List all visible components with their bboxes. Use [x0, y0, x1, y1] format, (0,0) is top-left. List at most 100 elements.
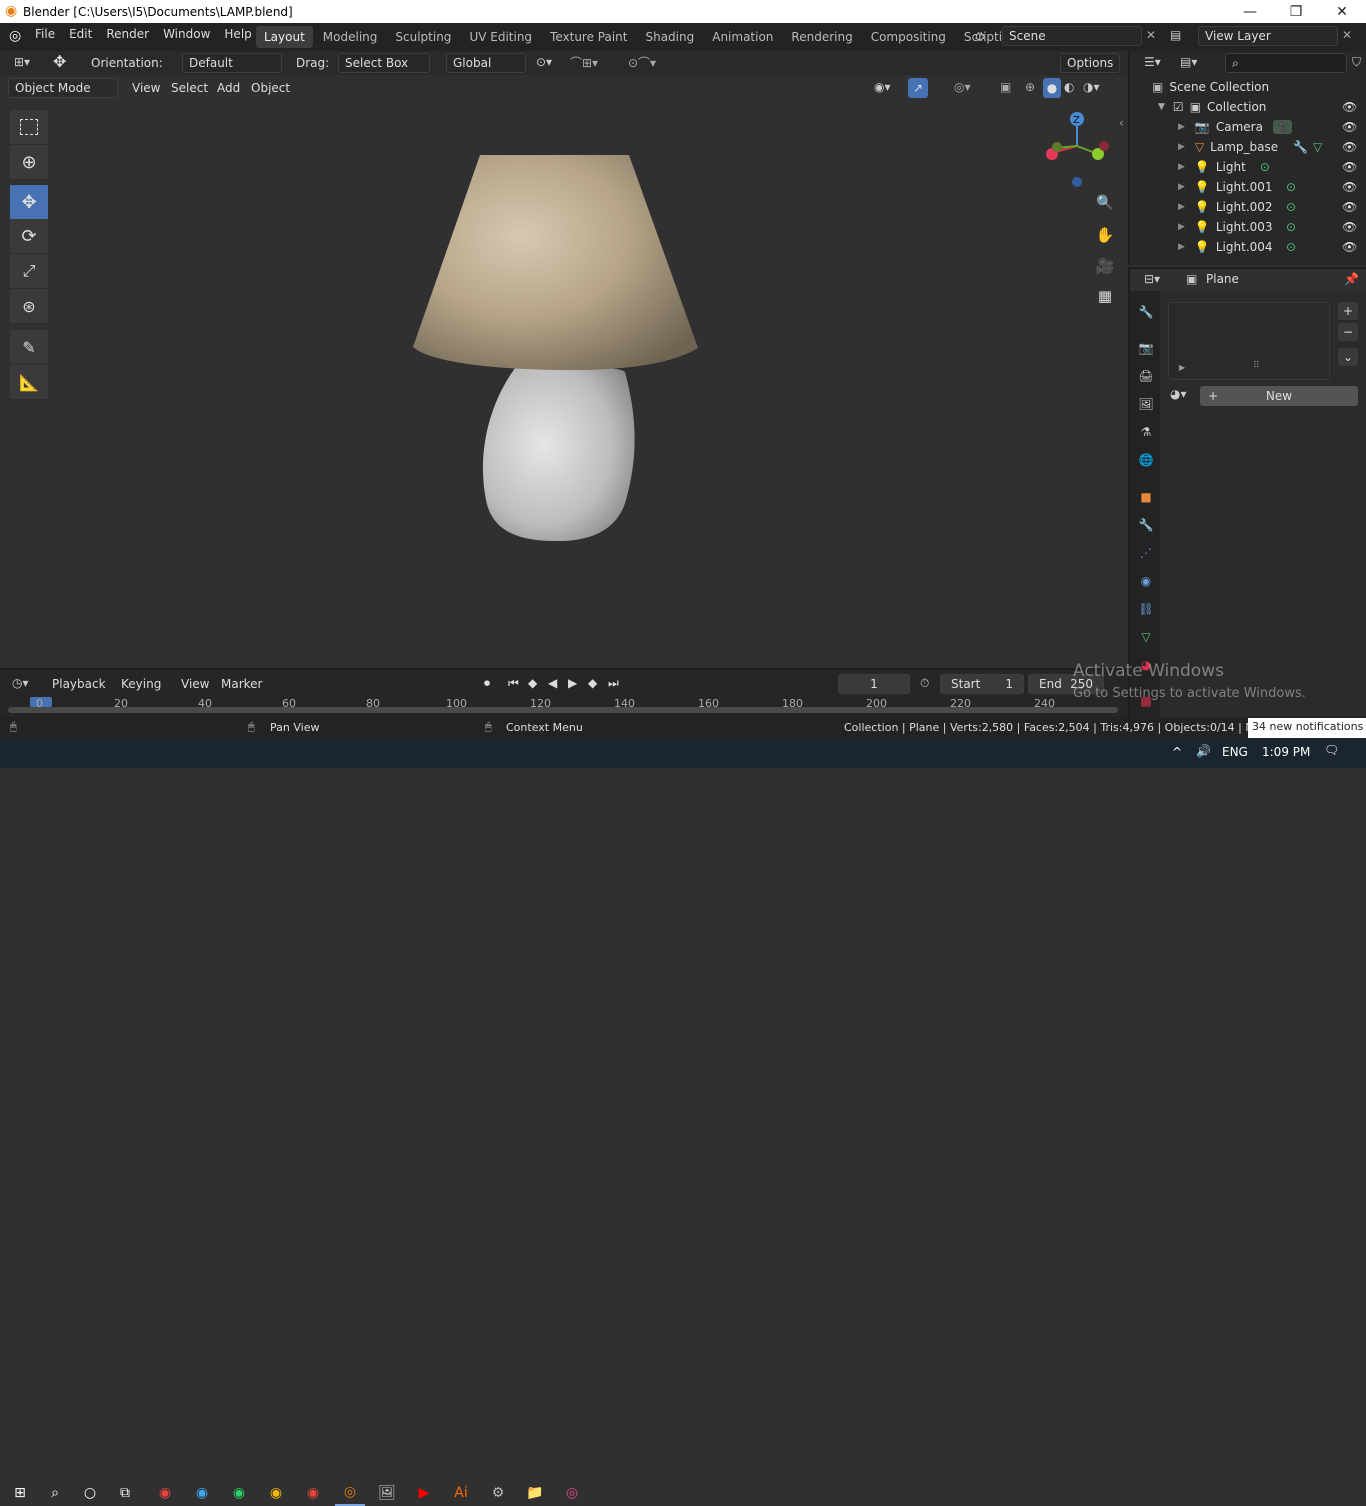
language-indicator[interactable]: ENG [1222, 745, 1248, 759]
overlay-icon[interactable]: ◎▾ [954, 80, 971, 94]
transform-tool[interactable]: ⊛ [10, 289, 48, 323]
display-mode-icon[interactable]: ▤▾ [1180, 55, 1197, 69]
tab-compositing[interactable]: Compositing [863, 26, 954, 48]
rendered-shading-icon[interactable]: ◑▾ [1083, 80, 1100, 94]
proportional-edit-icon[interactable]: ⊙⌒▾ [628, 54, 656, 71]
tab-modeling[interactable]: Modeling [315, 26, 386, 48]
wrench-icon[interactable]: 🔧 [1293, 140, 1308, 154]
viewport-menu-object[interactable]: Object [251, 81, 290, 95]
expand-icon[interactable]: ▶ [1178, 182, 1185, 192]
expand-icon[interactable]: ▶ [1178, 122, 1185, 132]
gizmo-toggle-icon[interactable]: ↗ [908, 78, 928, 98]
illustrator-icon[interactable]: Ai [446, 1480, 476, 1506]
view-layer-tab-icon[interactable]: 🖼 [1136, 394, 1156, 414]
timeline-menu-keying[interactable]: Keying [121, 677, 161, 691]
app-icon[interactable]: ◎ [557, 1480, 587, 1506]
expand-icon[interactable]: ▶ [1178, 242, 1185, 252]
close-button[interactable]: ✕ [1319, 0, 1365, 23]
zoom-icon[interactable]: 🔍 [1094, 195, 1116, 217]
chrome-icon[interactable]: ◉ [150, 1480, 180, 1506]
prev-keyframe-icon[interactable]: ◆ [528, 676, 537, 690]
eye-icon[interactable]: 👁 [1342, 120, 1357, 134]
timeline-editor-icon[interactable]: ◷▾ [12, 676, 29, 690]
viewport-menu-view[interactable]: View [132, 81, 160, 95]
mesh-data-icon[interactable]: ▽ [1313, 140, 1322, 154]
light-data-icon[interactable]: ⊙ [1286, 220, 1296, 234]
object-tab-icon[interactable]: ■ [1136, 487, 1156, 507]
eye-icon[interactable]: 👁 [1342, 200, 1357, 214]
rotate-tool[interactable]: ⟳ [10, 219, 48, 253]
particles-tab-icon[interactable]: ⋰ [1136, 543, 1156, 563]
jump-start-icon[interactable]: ⏮ [508, 676, 519, 691]
render-tab-icon[interactable]: 📷 [1136, 338, 1156, 358]
outliner-item-light-003[interactable]: ▶ 💡 Light.003 ⊙ 👁 [1130, 217, 1366, 237]
light-data-icon[interactable]: ⊙ [1286, 180, 1296, 194]
lamp-model[interactable] [400, 140, 720, 560]
pan-hand-icon[interactable]: ✋ [1094, 226, 1116, 248]
checkbox-icon[interactable]: ☑ [1173, 100, 1184, 114]
record-icon[interactable]: ⏺ [484, 676, 490, 691]
viewport-menu-add[interactable]: Add [217, 81, 240, 95]
view-layer-icon[interactable]: ▤ [1170, 28, 1181, 42]
viewport-menu-select[interactable]: Select [171, 81, 208, 95]
clock[interactable]: 1:09 PM [1262, 745, 1310, 759]
expand-icon[interactable]: ▶ [1178, 142, 1185, 152]
output-tab-icon[interactable]: 🖨 [1136, 366, 1156, 386]
transform-orientation-dropdown[interactable]: Global [446, 53, 526, 73]
start-frame-field[interactable]: Start 1 [940, 674, 1024, 694]
resize-handle-icon[interactable]: ⠿ [1253, 361, 1260, 371]
properties-editor-icon[interactable]: ⊟▾ [1144, 272, 1160, 286]
tool-tab-icon[interactable]: 🔧 [1136, 302, 1156, 322]
pivot-icon[interactable]: ⊙▾ [536, 55, 552, 69]
restore-button[interactable]: ❐ [1273, 0, 1319, 23]
photos-icon[interactable]: 🖼 [372, 1480, 402, 1506]
volume-icon[interactable]: 🔊 [1196, 744, 1211, 758]
collapse-sidebar-icon[interactable]: ‹ [1119, 116, 1124, 130]
clock-icon[interactable]: ⏱ [920, 676, 929, 691]
slot-specials-icon[interactable]: ⌄ [1338, 348, 1358, 366]
timeline-menu-marker[interactable]: Marker [221, 677, 262, 691]
outliner-item-light-002[interactable]: ▶ 💡 Light.002 ⊙ 👁 [1130, 197, 1366, 217]
play-icon[interactable]: ▶ [568, 676, 577, 690]
outliner-editor-icon[interactable]: ☰▾ [1144, 55, 1161, 69]
pin-icon[interactable]: 📌 [1344, 272, 1359, 286]
editor-type-icon[interactable]: ⊞▾ [14, 55, 30, 69]
view-layer-close-icon[interactable]: ✕ [1342, 28, 1352, 42]
scene-field[interactable]: Scene [1002, 26, 1142, 46]
navigation-gizmo[interactable]: Z [1040, 110, 1120, 190]
lamp-base[interactable] [482, 366, 635, 542]
tab-texture-paint[interactable]: Texture Paint [542, 26, 635, 48]
eye-icon[interactable]: 👁 [1342, 180, 1357, 194]
constraints-tab-icon[interactable]: ⛓ [1136, 599, 1156, 619]
cortana-icon[interactable]: ○ [75, 1480, 105, 1506]
edge-icon[interactable]: ◉ [187, 1480, 217, 1506]
expand-icon[interactable]: ▶ [1179, 363, 1185, 372]
add-slot-button[interactable]: + [1338, 302, 1358, 320]
options-dropdown[interactable]: Options [1060, 53, 1120, 73]
menu-window[interactable]: Window [156, 27, 217, 41]
blender-taskbar-icon[interactable]: ◎ [335, 1480, 365, 1506]
youtube-icon[interactable]: ▶ [409, 1480, 439, 1506]
scene-tab-icon[interactable]: ⚗ [1136, 422, 1156, 442]
next-keyframe-icon[interactable]: ◆ [588, 676, 597, 690]
menu-help[interactable]: Help [217, 27, 258, 41]
outliner-item-lamp-base[interactable]: ▶ ▽ Lamp_base 🔧 ▽ 👁 [1130, 137, 1366, 157]
menu-render[interactable]: Render [99, 27, 156, 41]
outliner-item-light-001[interactable]: ▶ 💡 Light.001 ⊙ 👁 [1130, 177, 1366, 197]
scale-tool[interactable]: ⤢ [10, 254, 48, 288]
expand-icon[interactable]: ▶ [1178, 202, 1185, 212]
action-center-icon[interactable]: 🗨 [1324, 743, 1339, 757]
outliner-collection[interactable]: ▼ ☑ ▣ Collection 👁 [1130, 97, 1366, 117]
xray-icon[interactable]: ▣ [1000, 80, 1011, 94]
scene-icon[interactable]: ⛭ [975, 29, 985, 44]
select-box-tool[interactable] [10, 110, 48, 144]
filter-icon[interactable]: ⛉ [1352, 55, 1361, 70]
eye-icon[interactable]: 👁 [1342, 220, 1357, 234]
new-material-button[interactable]: + New [1200, 386, 1358, 406]
outliner-item-light-004[interactable]: ▶ 💡 Light.004 ⊙ 👁 [1130, 237, 1366, 257]
outliner-item-light[interactable]: ▶ 💡 Light ⊙ 👁 [1130, 157, 1366, 177]
expand-icon[interactable]: ▶ [1178, 222, 1185, 232]
search-icon[interactable]: ⌕ [40, 1480, 70, 1506]
physics-tab-icon[interactable]: ◉ [1136, 571, 1156, 591]
eye-icon[interactable]: 👁 [1342, 140, 1357, 154]
